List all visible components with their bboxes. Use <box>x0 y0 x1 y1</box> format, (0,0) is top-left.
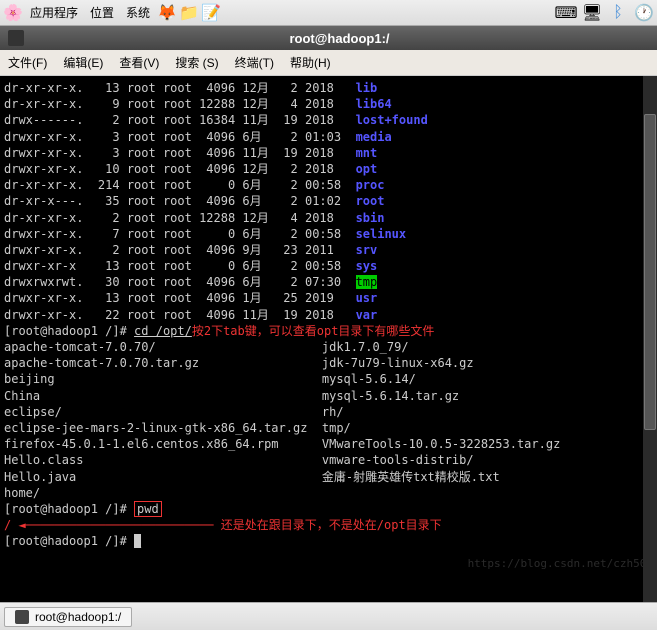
file-name: var <box>356 308 378 322</box>
file-name: mnt <box>356 146 378 160</box>
ls-row: dr-xr-xr-x. 13 root root 4096 12月 2 2018… <box>4 80 653 96</box>
titlebar[interactable]: root@hadoop1:/ <box>0 26 657 50</box>
file-name: sbin <box>356 211 385 225</box>
file-name: root <box>356 194 385 208</box>
ls-row: drwxr-xr-x. 10 root root 4096 12月 2 2018… <box>4 161 653 177</box>
bluetooth-icon[interactable]: ᛒ <box>609 4 627 22</box>
terminal-window: root@hadoop1:/ 文件(F) 编辑(E) 查看(V) 搜索 (S) … <box>0 26 657 602</box>
keyboard-icon[interactable]: ⌨ <box>557 4 575 22</box>
watermark: https://blog.csdn.net/czh500 <box>468 557 653 572</box>
ls-row: drwxrwxrwt. 30 root root 4096 6月 2 07:30… <box>4 274 653 290</box>
file-listing-row: firefox-45.0.1-1.el6.centos.x86_64.rpm V… <box>4 436 653 452</box>
taskbar-window-label: root@hadoop1:/ <box>35 610 121 624</box>
file-name: sys <box>356 259 378 273</box>
menu-help[interactable]: 帮助(H) <box>290 54 331 71</box>
ls-row: drwxr-xr-x. 3 root root 4096 6月 2 01:03 … <box>4 129 653 145</box>
clock-icon[interactable]: 🕐 <box>635 4 653 22</box>
bottom-taskbar: root@hadoop1:/ <box>0 602 657 630</box>
file-listing-row: China mysql-5.6.14.tar.gz <box>4 388 653 404</box>
file-listing-row: beijing mysql-5.6.14/ <box>4 371 653 387</box>
ls-row: drwxr-xr-x. 13 root root 4096 1月 25 2019… <box>4 290 653 306</box>
menu-edit[interactable]: 编辑(E) <box>63 54 103 71</box>
pwd-output-line: / ◄────────────────────────── 还是处在跟目录下，不… <box>4 517 653 533</box>
display-icon[interactable]: 🖥 <box>583 4 601 22</box>
file-listing-row: eclipse-jee-mars-2-linux-gtk-x86_64.tar.… <box>4 420 653 436</box>
scrollbar[interactable] <box>643 76 657 602</box>
ls-row: dr-xr-x---. 35 root root 4096 6月 2 01:02… <box>4 193 653 209</box>
file-name: lib64 <box>356 97 392 111</box>
ls-row: dr-xr-xr-x. 2 root root 12288 12月 4 2018… <box>4 210 653 226</box>
menubar: 文件(F) 编辑(E) 查看(V) 搜索 (S) 终端(T) 帮助(H) <box>0 50 657 76</box>
prompt-line-pwd: [root@hadoop1 /]# pwd <box>4 501 653 517</box>
file-name: selinux <box>356 227 407 241</box>
notes-icon[interactable]: 📝 <box>202 4 220 22</box>
menu-file[interactable]: 文件(F) <box>8 54 47 71</box>
scrollbar-thumb[interactable] <box>644 114 656 430</box>
terminal-output[interactable]: dr-xr-xr-x. 13 root root 4096 12月 2 2018… <box>0 76 657 602</box>
file-listing-row: home/ <box>4 485 653 501</box>
system-menu[interactable]: 系统 <box>126 4 150 21</box>
file-name: srv <box>356 243 378 257</box>
system-taskbar: 🌸 应用程序 位置 系统 🦊 📁 📝 ⌨ 🖥 ᛒ 🕐 <box>0 0 657 26</box>
apps-menu-icon[interactable]: 🌸 <box>4 4 22 22</box>
file-listing-row: Hello.java 金庸-射雕英雄传txt精校版.txt <box>4 469 653 485</box>
ls-row: drwxr-xr-x. 2 root root 4096 9月 23 2011 … <box>4 242 653 258</box>
ls-row: drwx------. 2 root root 16384 11月 19 201… <box>4 112 653 128</box>
menu-terminal[interactable]: 终端(T) <box>235 54 274 71</box>
ls-row: drwxr-xr-x. 22 root root 4096 11月 19 201… <box>4 307 653 323</box>
taskbar-window-button[interactable]: root@hadoop1:/ <box>4 607 132 627</box>
ls-row: drwxr-xr-x 13 root root 0 6月 2 00:58 sys <box>4 258 653 274</box>
ls-row: dr-xr-xr-x. 9 root root 12288 12月 4 2018… <box>4 96 653 112</box>
menu-view[interactable]: 查看(V) <box>119 54 159 71</box>
file-name: media <box>356 130 392 144</box>
prompt-line-empty: [root@hadoop1 /]# _ <box>4 533 653 549</box>
file-name: lost+found <box>356 113 428 127</box>
ls-row: drwxr-xr-x. 7 root root 0 6月 2 00:58 sel… <box>4 226 653 242</box>
window-icon <box>8 30 24 46</box>
ls-row: dr-xr-xr-x. 214 root root 0 6月 2 00:58 p… <box>4 177 653 193</box>
file-name: tmp <box>356 275 378 289</box>
file-listing-row: apache-tomcat-7.0.70/ jdk1.7.0_79/ <box>4 339 653 355</box>
file-name: usr <box>356 291 378 305</box>
file-listing-row: apache-tomcat-7.0.70.tar.gz jdk-7u79-lin… <box>4 355 653 371</box>
terminal-icon <box>15 610 29 624</box>
file-listing-row: eclipse/ rh/ <box>4 404 653 420</box>
file-manager-icon[interactable]: 📁 <box>180 4 198 22</box>
menu-search[interactable]: 搜索 (S) <box>175 54 218 71</box>
prompt-line-cd: [root@hadoop1 /]# cd /opt/按2下tab键，可以查看op… <box>4 323 653 339</box>
file-listing-row: Hello.class vmware-tools-distrib/ <box>4 452 653 468</box>
places-menu[interactable]: 位置 <box>90 4 114 21</box>
file-name: proc <box>356 178 385 192</box>
firefox-icon[interactable]: 🦊 <box>158 4 176 22</box>
window-title: root@hadoop1:/ <box>30 31 649 46</box>
apps-menu[interactable]: 应用程序 <box>30 4 78 21</box>
file-name: lib <box>356 81 378 95</box>
ls-row: drwxr-xr-x. 3 root root 4096 11月 19 2018… <box>4 145 653 161</box>
file-name: opt <box>356 162 378 176</box>
